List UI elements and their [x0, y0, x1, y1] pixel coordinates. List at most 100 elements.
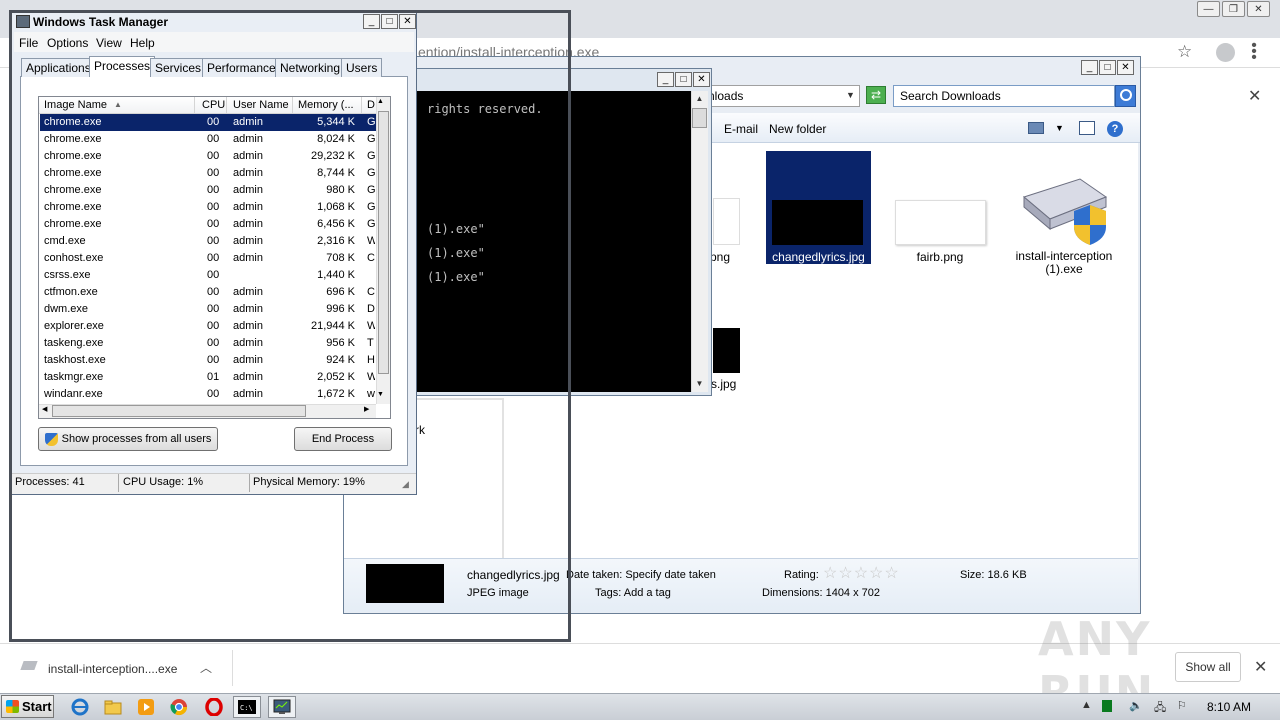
table-row[interactable]: chrome.exe 00 admin 980 K G [40, 182, 376, 199]
close-icon[interactable]: ✕ [1248, 86, 1261, 106]
network-icon[interactable]: 🖧 [1154, 699, 1166, 718]
close-icon[interactable]: ✕ [693, 72, 710, 87]
file-label[interactable]: install-interception (1).exe [1008, 250, 1120, 276]
scroll-down-icon[interactable]: ▼ [377, 391, 384, 398]
column-divider[interactable] [361, 97, 362, 114]
menu-view[interactable]: View [96, 36, 122, 50]
column-divider[interactable] [194, 97, 195, 114]
media-player-icon[interactable] [132, 696, 160, 718]
installer-icon[interactable] [1020, 175, 1110, 245]
minimize-icon[interactable]: — [1197, 1, 1220, 17]
end-process-button[interactable]: End Process [294, 427, 392, 451]
download-item-name[interactable]: install-interception....exe [48, 662, 177, 676]
scroll-right-icon[interactable]: ▶ [364, 405, 369, 413]
email-button[interactable]: E-mail [724, 122, 758, 136]
action-center-flag-icon[interactable]: ⚐ [1177, 699, 1187, 712]
file-label[interactable]: png [710, 250, 730, 264]
avatar[interactable] [1216, 43, 1235, 62]
table-row[interactable]: taskhost.exe 00 admin 924 K H [40, 352, 376, 369]
menu-file[interactable]: File [19, 36, 38, 50]
table-row[interactable]: dwm.exe 00 admin 996 K D [40, 301, 376, 318]
maximize-icon[interactable]: □ [381, 14, 398, 29]
opera-icon[interactable] [200, 696, 228, 718]
file-label[interactable]: s.jpg [711, 377, 736, 391]
table-row[interactable]: cmd.exe 00 admin 2,316 K W [40, 233, 376, 250]
cmd-taskbar-icon[interactable]: C:\ [233, 696, 261, 718]
show-all-processes-button[interactable]: Show processes from all users [38, 427, 218, 451]
tab-services[interactable]: Services [150, 58, 207, 77]
details-date-taken[interactable]: Date taken: Specify date taken [566, 569, 716, 581]
tab-applications[interactable]: Applications [21, 58, 96, 77]
volume-icon[interactable]: 🔈 [1129, 699, 1143, 712]
tab-networking[interactable]: Networking [275, 58, 346, 77]
help-icon[interactable]: ? [1107, 121, 1123, 137]
scroll-thumb[interactable] [52, 405, 306, 417]
scroll-up-icon[interactable]: ▲ [377, 98, 384, 105]
tray-app-icon[interactable] [1102, 700, 1112, 712]
table-row[interactable]: windanr.exe 00 admin 1,672 K w [40, 386, 376, 403]
tab-users[interactable]: Users [341, 58, 383, 77]
file-thumbnail[interactable] [772, 200, 863, 245]
table-row[interactable]: taskmgr.exe 01 admin 2,052 K W [40, 369, 376, 386]
minimize-icon[interactable]: _ [1081, 60, 1098, 75]
table-row[interactable]: chrome.exe 00 admin 29,232 K G [40, 148, 376, 165]
search-icon[interactable] [1115, 85, 1136, 107]
table-row[interactable]: csrss.exe 00 1,440 K [40, 267, 376, 284]
star-icon[interactable]: ☆ [1177, 42, 1192, 62]
file-label[interactable]: changedlyrics.jpg [766, 250, 871, 264]
tab-performance[interactable]: Performance [202, 58, 281, 77]
table-row[interactable]: chrome.exe 00 admin 8,744 K G [40, 165, 376, 182]
task-manager-taskbar-icon[interactable] [268, 696, 296, 718]
scroll-left-icon[interactable]: ◀ [42, 405, 47, 413]
column-divider[interactable] [226, 97, 227, 114]
close-icon[interactable]: ✕ [1117, 60, 1134, 75]
preview-pane-icon[interactable] [1079, 121, 1095, 135]
table-row[interactable]: conhost.exe 00 admin 708 K C [40, 250, 376, 267]
column-memory[interactable]: Memory (... [298, 99, 354, 111]
column-description[interactable]: D [367, 99, 375, 111]
chevron-up-icon[interactable]: ︿ [200, 659, 212, 676]
console-output[interactable] [416, 91, 691, 392]
table-row[interactable]: chrome.exe 00 admin 8,024 K G [40, 131, 376, 148]
ie-icon[interactable] [66, 696, 94, 718]
column-user-name[interactable]: User Name [233, 99, 289, 111]
rating-stars[interactable]: ☆☆☆☆☆ [823, 563, 900, 583]
table-row[interactable]: explorer.exe 00 admin 21,944 K W [40, 318, 376, 335]
file-thumbnail[interactable] [713, 198, 740, 245]
resize-grip-icon[interactable]: ◢ [402, 479, 409, 490]
scroll-up-icon[interactable]: ▲ [691, 91, 708, 107]
column-cpu[interactable]: CPU [202, 99, 225, 111]
folder-icon[interactable] [99, 696, 127, 718]
chrome-icon[interactable] [165, 696, 193, 718]
scroll-thumb[interactable] [378, 111, 389, 374]
file-label[interactable]: fairb.png [880, 250, 1000, 264]
column-divider[interactable] [292, 97, 293, 114]
tab-processes[interactable]: Processes [89, 56, 156, 77]
start-button[interactable]: Start [1, 695, 54, 718]
scrollbar[interactable] [691, 91, 708, 392]
views-icon[interactable] [1028, 122, 1044, 134]
close-icon[interactable]: ✕ [399, 14, 416, 29]
file-thumbnail[interactable] [895, 200, 986, 245]
table-row[interactable]: ctfmon.exe 00 admin 696 K C [40, 284, 376, 301]
refresh-icon[interactable]: ⇄ [866, 86, 886, 104]
column-image-name[interactable]: Image Name [44, 99, 107, 111]
table-row[interactable]: chrome.exe 00 admin 1,068 K G [40, 199, 376, 216]
file-thumbnail[interactable] [713, 328, 740, 373]
restore-icon[interactable]: ❐ [1222, 1, 1245, 17]
table-row[interactable]: chrome.exe 00 admin 5,344 K G [40, 114, 376, 131]
minimize-icon[interactable]: _ [363, 14, 380, 29]
clock[interactable]: 8:10 AM [1207, 700, 1251, 714]
table-row[interactable]: chrome.exe 00 admin 6,456 K G [40, 216, 376, 233]
details-tags[interactable]: Tags: Add a tag [595, 587, 671, 599]
more-menu-icon[interactable]: • • • [1251, 38, 1257, 66]
chevron-down-icon[interactable]: ▼ [1055, 123, 1064, 133]
scroll-down-icon[interactable]: ▼ [691, 376, 708, 392]
table-row[interactable]: taskeng.exe 00 admin 956 K T [40, 335, 376, 352]
show-hidden-icons-icon[interactable]: ▲ [1081, 699, 1092, 711]
chevron-down-icon[interactable]: ▼ [846, 90, 855, 100]
maximize-icon[interactable]: □ [1099, 60, 1116, 75]
close-icon[interactable]: ✕ [1247, 1, 1270, 17]
new-folder-button[interactable]: New folder [769, 122, 826, 136]
menu-options[interactable]: Options [47, 36, 88, 50]
